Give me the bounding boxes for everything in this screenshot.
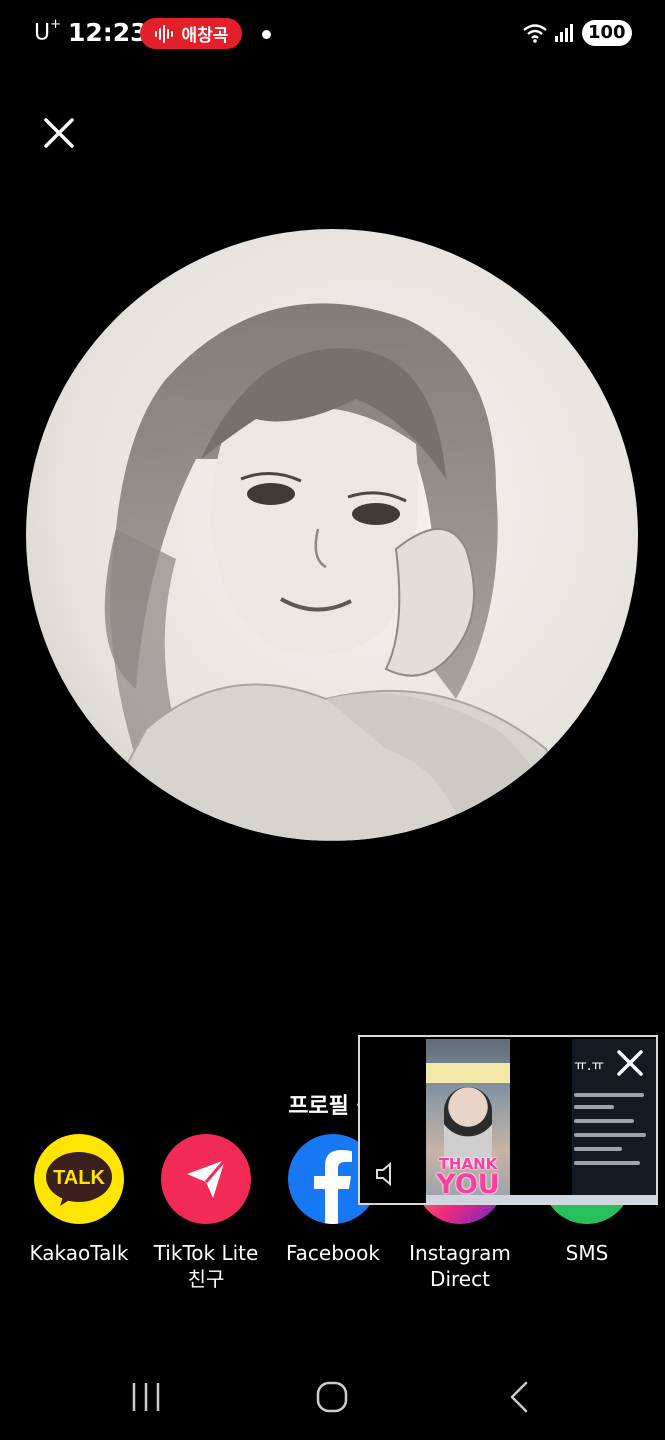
- close-icon: [617, 1050, 643, 1076]
- speaker-icon: [376, 1161, 391, 1187]
- instagram-direct-label: Instagram Direct: [409, 1241, 511, 1291]
- portrait-sketch-image: [26, 229, 638, 841]
- facebook-label: Facebook: [286, 1241, 380, 1265]
- now-playing-label: 애창곡: [181, 26, 229, 46]
- clock: 12:23: [68, 18, 148, 47]
- pip-live-stream-thumbnail: THANK YOU: [426, 1039, 510, 1199]
- recents-icon: [132, 1383, 160, 1411]
- battery-indicator: 100: [582, 20, 632, 46]
- back-button[interactable]: [488, 1377, 548, 1421]
- pip-taskbar: [426, 1195, 656, 1203]
- kakaotalk-icon: TALK: [34, 1134, 124, 1224]
- share-kakaotalk-button[interactable]: TALK KakaoTalk: [15, 1134, 143, 1266]
- profile-photo: [26, 229, 638, 841]
- wifi-icon: [523, 24, 547, 43]
- svg-text:TALK: TALK: [53, 1167, 105, 1189]
- recents-button[interactable]: [116, 1377, 176, 1421]
- home-icon: [316, 1381, 348, 1413]
- pip-close-button[interactable]: [614, 1047, 646, 1079]
- pip-video-window[interactable]: THANK YOU ㅠ.ㅠ: [358, 1035, 658, 1205]
- kakaotalk-label: KakaoTalk: [29, 1241, 129, 1265]
- back-icon: [510, 1381, 528, 1413]
- tiktok-lite-icon: [161, 1134, 251, 1224]
- pip-thank-you-sticker: THANK YOU: [436, 1155, 500, 1199]
- close-icon: [44, 118, 74, 148]
- status-bar: U+ 12:23 애창곡 100: [0, 0, 665, 68]
- sound-wave-icon: [154, 24, 173, 43]
- notification-dot: [262, 30, 271, 39]
- tiktok-lite-label: TikTok Lite 친구: [153, 1241, 259, 1291]
- home-button[interactable]: [302, 1377, 362, 1421]
- now-playing-pill[interactable]: 애창곡: [140, 18, 242, 49]
- pip-mute-button[interactable]: [372, 1159, 402, 1189]
- pip-banner: [426, 1063, 510, 1083]
- carrier-label: U+: [34, 17, 62, 46]
- pip-chat-head: ㅠ.ㅠ: [574, 1058, 605, 1074]
- close-button[interactable]: [38, 112, 80, 154]
- share-tiktok-lite-button[interactable]: TikTok Lite 친구: [142, 1134, 270, 1292]
- navigation-bar: [0, 1350, 665, 1440]
- system-icons: 100: [522, 20, 632, 46]
- sms-label: SMS: [565, 1241, 609, 1265]
- signal-icon: [555, 24, 573, 42]
